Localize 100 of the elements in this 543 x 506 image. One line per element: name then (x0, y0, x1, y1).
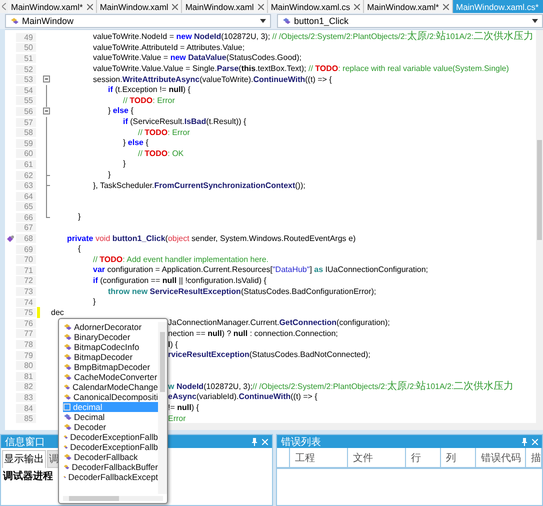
close-icon[interactable] (172, 4, 178, 10)
column-header[interactable]: 行 (406, 448, 441, 467)
completion-item[interactable]: BitmapCodecInfo (63, 342, 158, 352)
column-header[interactable]: 列 (441, 448, 476, 467)
line-number: 84 (16, 404, 36, 413)
completion-item[interactable]: CanonicalDecompositi (63, 392, 158, 402)
class-icon (63, 323, 72, 331)
class-icon (63, 453, 72, 461)
line-number: 53 (16, 75, 36, 84)
completion-item[interactable]: CacheModeConverter (63, 372, 158, 382)
completion-item[interactable]: AdornerDecorator (63, 322, 158, 332)
document-tab[interactable]: MainWindow.xaml.cs (268, 0, 364, 13)
completion-item[interactable]: BmpBitmapDecoder (63, 362, 158, 372)
document-tab[interactable]: MainWindow.xaml* (8, 0, 97, 13)
pin-icon[interactable] (522, 438, 527, 446)
column-header[interactable]: 文件 (348, 448, 406, 467)
class-icon (63, 433, 68, 441)
code-line: if (t.Exception != null) { (108, 85, 190, 96)
code-line: throw new ServiceResultException(StatusCodes.BadConfigurationError); (108, 286, 376, 297)
line-number: 50 (16, 43, 36, 52)
code-line: valueToWrite.Value = new DataValue(StatusCodes.Good); (93, 53, 302, 64)
code-line: session.WriteAttributeAsync(valueToWrite).ContinueWith((t) => { (93, 74, 332, 85)
code-line: valueToWrite.AttributeId = Attributes.Value; (93, 42, 245, 53)
line-number: 75 (16, 308, 36, 318)
collapse-icon[interactable] (42, 106, 50, 118)
panel-title: 错误列表 (281, 436, 321, 448)
code-line: dec (51, 308, 64, 318)
line-number: 71 (16, 266, 36, 275)
completion-item[interactable]: DecoderExceptionFallb (63, 442, 158, 452)
output-tab[interactable]: 显示输出 (2, 450, 46, 468)
close-icon[interactable] (258, 4, 264, 10)
code-line: }, TaskScheduler.FromCurrentSynchronizationContext()); (93, 180, 306, 191)
code-line: // TODO: Add event handler implementation here. (93, 254, 269, 265)
line-number: 52 (16, 64, 36, 74)
member-dropdown[interactable]: button1_Click (277, 14, 543, 28)
column-header[interactable]: 错误代码 (476, 448, 526, 467)
dropdown-caret-icon (532, 19, 538, 23)
line-number: 85 (16, 414, 36, 424)
document-tab[interactable]: MainWindow.xaml (96, 0, 182, 13)
code-line: if (ServiceResult.IsBad(t.Result)) { (123, 117, 246, 128)
completion-item[interactable]: BitmapDecoder (63, 352, 158, 362)
class-icon (63, 423, 72, 431)
line-number: 66 (16, 212, 36, 222)
code-line: } (108, 170, 111, 180)
completion-item[interactable]: BinaryDecoder (63, 332, 158, 342)
line-number: 80 (16, 361, 36, 370)
completion-item[interactable]: DecoderFallback (63, 452, 158, 462)
line-number: 57 (16, 118, 36, 127)
pin-icon[interactable] (252, 438, 257, 446)
collapse-icon[interactable] (42, 74, 50, 86)
line-number: 49 (16, 32, 36, 42)
document-tab[interactable]: MainWindow.xaml* (364, 0, 453, 13)
class-icon (63, 353, 72, 361)
class-icon (63, 463, 70, 471)
completion-item[interactable]: DecoderExceptionFallb (63, 432, 158, 442)
line-number: 81 (16, 372, 36, 381)
close-icon[interactable] (354, 4, 360, 10)
line-number: 51 (16, 54, 36, 63)
code-line: nection == null) ? null : connection.Connection; (168, 328, 338, 339)
code-line: rviceResultException(StatusCodes.BadNotConnected); (168, 350, 370, 360)
line-number: 82 (16, 382, 36, 392)
struct-icon (282, 17, 291, 25)
code-line: } (78, 212, 81, 222)
output-text: 调试器进程 (2, 470, 54, 484)
line-number: 56 (16, 106, 36, 116)
completion-item[interactable]: Decimal (63, 412, 158, 422)
close-icon[interactable] (86, 4, 93, 10)
class-icon (63, 393, 72, 401)
line-number: 78 (16, 340, 36, 350)
document-tab[interactable]: MainWindow.xaml (182, 0, 268, 13)
class-icon (63, 383, 70, 391)
completion-item[interactable]: CalendarModeChange (63, 382, 158, 392)
line-number: 73 (16, 287, 36, 296)
line-number: 64 (16, 192, 36, 201)
class-icon (63, 343, 72, 351)
code-line: } else { (123, 138, 148, 148)
line-number: 63 (16, 181, 36, 190)
code-line: valueToWrite.NodeId = new NodeId(102872U, 3); // /Objects/2:System/2:PlantObjects/2:太原/2:站101A/2:二次供水压力 (93, 32, 534, 42)
code-line: l) { (168, 340, 178, 350)
panel-title: 信息窗口 (5, 436, 45, 448)
line-number: 79 (16, 350, 36, 360)
line-number: 70 (16, 255, 36, 264)
code-line: JaConnectionManager.Current.GetConnection(configuration); (168, 318, 390, 328)
popup-horizontal-scrollbar[interactable] (63, 496, 163, 501)
completion-item[interactable]: DecoderFallbackExcept (63, 472, 158, 482)
keyword-icon (63, 403, 71, 411)
type-dropdown[interactable]: MainWindow (5, 14, 271, 28)
line-number: 74 (16, 298, 36, 307)
line-number: 54 (16, 86, 36, 95)
column-header[interactable]: 描 (526, 448, 542, 467)
close-icon[interactable] (442, 4, 449, 10)
scroll-left-icon[interactable] (2, 3, 6, 10)
code-line: } (93, 297, 96, 308)
class-icon (63, 333, 72, 341)
line-number: 62 (16, 170, 36, 180)
completion-item[interactable]: DecoderFallbackBuffer (63, 462, 158, 472)
code-line: var configuration = Application.Current.Resources["DataHub"] as IUaConnectionConfiguration; (93, 265, 428, 276)
column-header[interactable]: 工程 (290, 448, 348, 467)
completion-item[interactable]: Decoder (63, 422, 158, 432)
class-icon (10, 17, 19, 25)
